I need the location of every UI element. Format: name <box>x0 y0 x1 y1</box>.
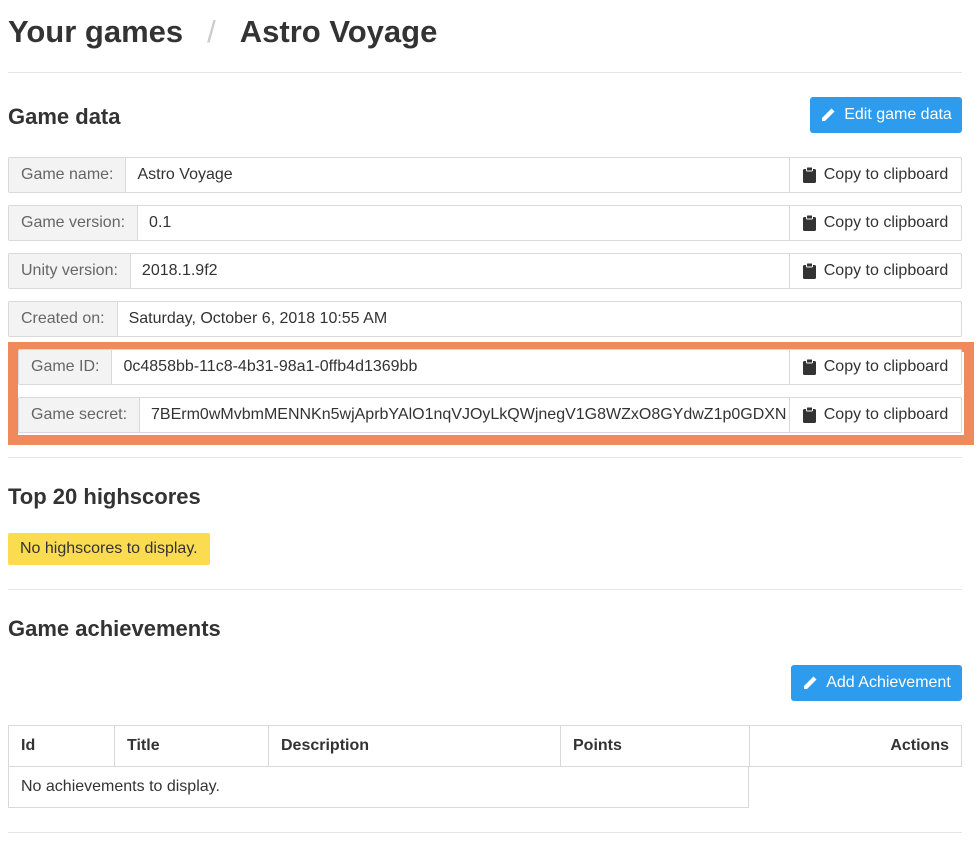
field-game-name: Game name: Astro Voyage Copy to clipboar… <box>8 157 962 193</box>
pencil-icon <box>820 107 836 123</box>
copy-game-version-button[interactable]: Copy to clipboard <box>789 206 961 240</box>
copy-game-name-button[interactable]: Copy to clipboard <box>789 158 961 192</box>
field-label: Game ID: <box>19 350 113 384</box>
achievements-table-header: Id Title Description Points Actions <box>8 725 962 767</box>
field-label: Game name: <box>9 158 127 192</box>
clipboard-icon <box>802 166 816 183</box>
edit-game-data-button[interactable]: Edit game data <box>810 97 962 133</box>
divider <box>8 457 962 458</box>
copy-game-id-button[interactable]: Copy to clipboard <box>789 350 961 384</box>
achievements-heading: Game achievements <box>8 616 221 641</box>
copy-button-label: Copy to clipboard <box>823 214 949 231</box>
column-header-points: Points <box>561 726 750 766</box>
divider <box>8 832 962 833</box>
copy-button-label: Copy to clipboard <box>823 262 949 279</box>
field-game-version: Game version: 0.1 Copy to clipboard <box>8 205 962 241</box>
field-unity-version: Unity version: 2018.1.9f2 Copy to clipbo… <box>8 253 962 289</box>
column-header-actions: Actions <box>890 737 949 754</box>
field-label: Game version: <box>9 206 139 240</box>
field-label: Game secret: <box>19 398 141 432</box>
highscores-heading: Top 20 highscores <box>8 484 201 509</box>
breadcrumb-separator: / <box>207 14 216 49</box>
field-value: 0.1 <box>149 214 172 231</box>
column-header-id: Id <box>9 726 115 766</box>
achievements-empty-row: No achievements to display. <box>8 766 749 808</box>
add-achievement-label: Add Achievement <box>826 674 951 691</box>
field-value: Saturday, October 6, 2018 10:55 AM <box>128 310 388 327</box>
copy-game-secret-button[interactable]: Copy to clipboard <box>789 398 961 432</box>
field-game-secret: Game secret: 7BErm0wMvbmMENNKn5wjAprbYAl… <box>18 397 962 433</box>
field-value: Astro Voyage <box>137 166 233 183</box>
highscores-empty-notice: No highscores to display. <box>8 533 210 565</box>
field-value: 7BErm0wMvbmMENNKn5wjAprbYAlO1nqVJOyLkQWj… <box>151 406 787 423</box>
field-value: 0c4858bb-11c8-4b31-98a1-0ffb4d1369bb <box>123 358 418 375</box>
clipboard-icon <box>802 262 816 279</box>
clipboard-icon <box>802 406 816 423</box>
breadcrumb-current: Astro Voyage <box>239 14 438 49</box>
field-label: Unity version: <box>9 254 131 288</box>
clipboard-icon <box>802 358 816 375</box>
add-achievement-button[interactable]: Add Achievement <box>791 665 962 701</box>
field-created-on: Created on: Saturday, October 6, 2018 10… <box>8 301 962 337</box>
copy-unity-version-button[interactable]: Copy to clipboard <box>789 254 961 288</box>
pencil-icon <box>802 675 818 691</box>
field-game-id: Game ID: 0c4858bb-11c8-4b31-98a1-0ffb4d1… <box>18 349 962 385</box>
field-label: Created on: <box>9 302 118 336</box>
column-header-description: Description <box>269 726 561 766</box>
clipboard-icon <box>802 214 816 231</box>
field-value: 2018.1.9f2 <box>141 262 218 279</box>
edit-game-data-label: Edit game data <box>844 106 952 123</box>
copy-button-label: Copy to clipboard <box>823 358 949 375</box>
copy-button-label: Copy to clipboard <box>823 166 949 183</box>
divider <box>8 72 962 73</box>
breadcrumb-root[interactable]: Your games <box>8 14 183 49</box>
column-header-title: Title <box>115 726 269 766</box>
divider <box>8 589 962 590</box>
game-data-heading: Game data <box>8 104 121 129</box>
copy-button-label: Copy to clipboard <box>823 406 949 423</box>
page-title: Your games / Astro Voyage <box>8 14 437 50</box>
